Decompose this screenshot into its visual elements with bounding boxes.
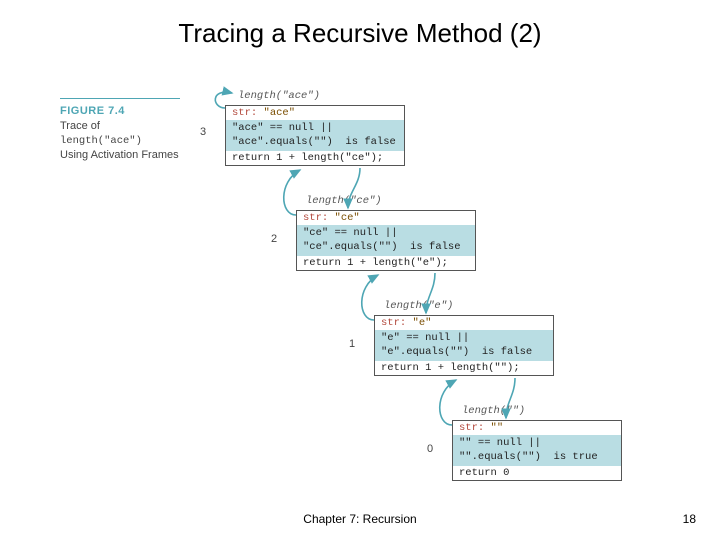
frame-4-cond1: "" == null ||	[453, 436, 621, 450]
frame-3-cond2: "e".equals("") is false	[375, 345, 553, 359]
figure-caption-line3: Using Activation Frames	[60, 148, 210, 163]
frame-4-cond2: "".equals("") is true	[453, 450, 621, 464]
frame-3-cond1: "e" == null ||	[375, 331, 553, 345]
divider	[60, 98, 180, 99]
frame-4-return: return 0	[453, 466, 621, 480]
activation-frame-3: str: "e" "e" == null || "e".equals("") i…	[374, 315, 554, 376]
figure-caption-line2: length("ace")	[60, 134, 210, 148]
frame-3-str: str: "e"	[375, 316, 553, 330]
frame-1-str: str: "ace"	[226, 106, 404, 120]
page-number: 18	[683, 512, 696, 526]
slide-title: Tracing a Recursive Method (2)	[0, 18, 720, 49]
activation-frame-1: str: "ace" "ace" == null || "ace".equals…	[225, 105, 405, 166]
activation-frame-2: str: "ce" "ce" == null || "ce".equals(""…	[296, 210, 476, 271]
call-label-4: length("")	[462, 405, 525, 417]
frame-2-cond2: "ce".equals("") is false	[297, 240, 475, 254]
frame-2-str: str: "ce"	[297, 211, 475, 225]
frame-1-cond2: "ace".equals("") is false	[226, 135, 404, 149]
frame-3-return: return 1 + length("");	[375, 361, 553, 375]
figure-caption-line1: Trace of	[60, 119, 210, 134]
frame-2-cond1: "ce" == null ||	[297, 226, 475, 240]
frame-2-return: return 1 + length("e");	[297, 256, 475, 270]
call-label-1: length("ace")	[238, 90, 320, 102]
call-label-3: length("e")	[384, 300, 453, 312]
return-value-3: 1	[349, 338, 355, 350]
return-value-4: 0	[427, 443, 433, 455]
frame-4-str: str: ""	[453, 421, 621, 435]
frame-1-return: return 1 + length("ce");	[226, 151, 404, 165]
call-label-2: length("ce")	[306, 195, 382, 207]
figure-label: FIGURE 7.4	[60, 104, 210, 119]
footer-chapter: Chapter 7: Recursion	[0, 512, 720, 526]
frame-1-cond1: "ace" == null ||	[226, 121, 404, 135]
return-value-1: 3	[200, 126, 206, 138]
activation-frame-4: str: "" "" == null || "".equals("") is t…	[452, 420, 622, 481]
return-value-2: 2	[271, 233, 277, 245]
figure-caption: FIGURE 7.4 Trace of length("ace") Using …	[60, 104, 210, 163]
